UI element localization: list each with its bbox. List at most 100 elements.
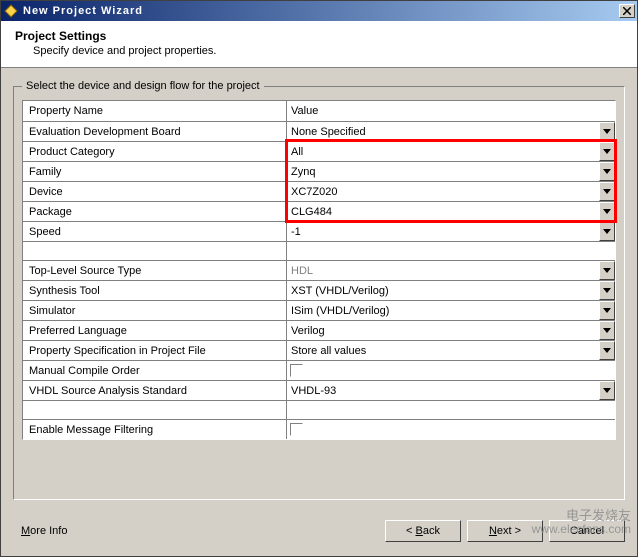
section-spacer	[23, 241, 615, 260]
table-row: Device XC7Z020	[23, 181, 615, 201]
property-name-cell: VHDL Source Analysis Standard	[23, 381, 287, 400]
property-name-cell: Top-Level Source Type	[23, 261, 287, 280]
table-row: Simulator ISim (VHDL/Verilog)	[23, 300, 615, 320]
dropdown-value: Store all values	[291, 345, 366, 357]
property-name-cell: Manual Compile Order	[23, 361, 287, 380]
content-area: Select the device and design flow for th…	[1, 68, 637, 514]
chevron-down-icon	[599, 162, 615, 181]
table-row: Manual Compile Order	[23, 360, 615, 380]
dropdown-value: All	[291, 146, 303, 158]
table-row: Product Category All	[23, 141, 615, 161]
chevron-down-icon	[599, 301, 615, 320]
table-row: Top-Level Source Type HDL	[23, 260, 615, 280]
chevron-down-icon	[599, 261, 615, 280]
chevron-down-icon	[599, 281, 615, 300]
page-title: Project Settings	[15, 29, 623, 43]
cancel-button[interactable]: Cancel	[549, 520, 625, 542]
window-title: New Project Wizard	[23, 5, 619, 17]
dropdown-value: None Specified	[291, 126, 366, 138]
table-row: VHDL Source Analysis Standard VHDL-93	[23, 380, 615, 400]
checkbox[interactable]	[290, 364, 303, 377]
property-name-cell: Speed	[23, 222, 287, 241]
property-name-cell: Device	[23, 182, 287, 201]
chevron-down-icon	[599, 182, 615, 201]
chevron-down-icon	[599, 202, 615, 221]
property-value-cell: Verilog	[287, 321, 615, 340]
table-row: Enable Message Filtering	[23, 419, 615, 439]
chevron-down-icon	[599, 341, 615, 360]
property-name-cell: Simulator	[23, 301, 287, 320]
property-value-cell	[287, 361, 615, 380]
property-name-cell: Enable Message Filtering	[23, 420, 287, 439]
property-value-cell: All	[287, 142, 615, 161]
dropdown[interactable]: -1	[287, 222, 615, 241]
footer: More Info < Back Next > Cancel 电子发烧友 www…	[1, 514, 637, 556]
property-name-cell: Preferred Language	[23, 321, 287, 340]
property-value-cell: Zynq	[287, 162, 615, 181]
chevron-down-icon	[599, 381, 615, 400]
property-value-cell: -1	[287, 222, 615, 241]
chevron-down-icon	[599, 142, 615, 161]
dropdown[interactable]: VHDL-93	[287, 381, 615, 400]
chevron-down-icon	[599, 122, 615, 141]
property-value-cell: ISim (VHDL/Verilog)	[287, 301, 615, 320]
property-name-cell: Package	[23, 202, 287, 221]
wizard-icon	[3, 3, 19, 19]
property-value-cell: VHDL-93	[287, 381, 615, 400]
dropdown[interactable]: Verilog	[287, 321, 615, 340]
property-value-cell: XC7Z020	[287, 182, 615, 201]
dropdown-value: VHDL-93	[291, 385, 336, 397]
dropdown[interactable]: CLG484	[287, 202, 615, 221]
dropdown-value: XC7Z020	[291, 186, 337, 198]
property-value-cell: Store all values	[287, 341, 615, 360]
chevron-down-icon	[599, 222, 615, 241]
dropdown-value: Zynq	[291, 166, 315, 178]
property-value-cell: XST (VHDL/Verilog)	[287, 281, 615, 300]
table-row: Package CLG484	[23, 201, 615, 221]
header: Project Settings Specify device and proj…	[1, 21, 637, 68]
dropdown-value: CLG484	[291, 206, 332, 218]
property-value-cell: None Specified	[287, 122, 615, 141]
dropdown[interactable]: Store all values	[287, 341, 615, 360]
dropdown[interactable]: None Specified	[287, 122, 615, 141]
property-value-cell	[287, 420, 615, 439]
checkbox[interactable]	[290, 423, 303, 436]
property-name-cell: Family	[23, 162, 287, 181]
col-value: Value	[287, 101, 615, 121]
chevron-down-icon	[599, 321, 615, 340]
back-button[interactable]: < Back	[385, 520, 461, 542]
dropdown-value: Verilog	[291, 325, 325, 337]
table-row: Evaluation Development Board None Specifi…	[23, 121, 615, 141]
table-row: Property Specification in Project File St…	[23, 340, 615, 360]
window: New Project Wizard Project Settings Spec…	[0, 0, 638, 557]
property-name-cell: Evaluation Development Board	[23, 122, 287, 141]
dropdown-value: HDL	[291, 265, 313, 277]
dropdown[interactable]: Zynq	[287, 162, 615, 181]
table-row: Speed -1	[23, 221, 615, 241]
dropdown[interactable]: XST (VHDL/Verilog)	[287, 281, 615, 300]
table-row: Synthesis ToolXST (VHDL/Verilog)	[23, 280, 615, 300]
groupbox-legend: Select the device and design flow for th…	[22, 80, 264, 92]
property-value-cell: HDL	[287, 261, 615, 280]
page-subtitle: Specify device and project properties.	[15, 45, 623, 57]
close-button[interactable]	[619, 4, 635, 18]
dropdown-value: -1	[291, 226, 301, 238]
dropdown-value: ISim (VHDL/Verilog)	[291, 305, 389, 317]
table-header: Property Name Value	[23, 101, 615, 121]
property-name-cell: Property Specification in Project File	[23, 341, 287, 360]
device-groupbox: Select the device and design flow for th…	[13, 80, 625, 500]
table-row: Family Zynq	[23, 161, 615, 181]
col-property-name: Property Name	[23, 101, 287, 121]
dropdown[interactable]: ISim (VHDL/Verilog)	[287, 301, 615, 320]
section-spacer	[23, 400, 615, 419]
dropdown-value: XST (VHDL/Verilog)	[291, 285, 389, 297]
next-button[interactable]: Next >	[467, 520, 543, 542]
dropdown[interactable]: All	[287, 142, 615, 161]
property-value-cell: CLG484	[287, 202, 615, 221]
property-name-cell: Product Category	[23, 142, 287, 161]
properties-table: Property Name Value Evaluation Developme…	[22, 100, 616, 440]
table-row: Preferred Language Verilog	[23, 320, 615, 340]
dropdown: HDL	[287, 261, 615, 280]
more-info-link[interactable]: More Info	[21, 525, 67, 537]
dropdown[interactable]: XC7Z020	[287, 182, 615, 201]
